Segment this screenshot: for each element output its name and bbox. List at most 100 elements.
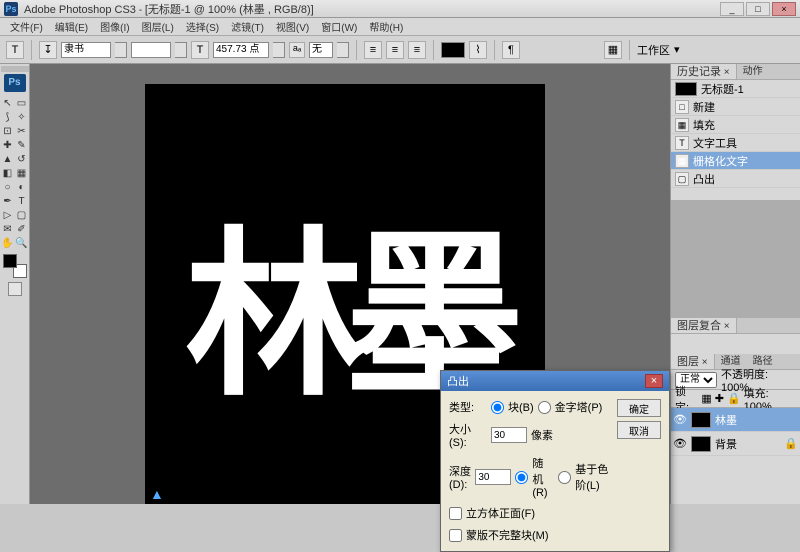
font-size-field[interactable]: 457.73 点 [213,42,269,58]
menu-layer[interactable]: 图层(L) [136,19,180,34]
layers-panel: 图层 × 通道 路径 正常 不透明度: 100% 锁定: ▦ ✚ 🔒 填充: 1… [671,354,800,504]
heal-tool[interactable]: ✚ [1,138,15,152]
workspace-dropdown-icon[interactable]: ▾ [674,43,680,56]
font-size-icon: T [191,41,209,59]
shape-tool[interactable]: ▢ [15,208,29,222]
tab-history[interactable]: 历史记录 × [671,64,737,79]
type-pyramid-radio[interactable] [538,401,551,414]
solid-front-checkbox[interactable] [449,507,462,520]
brush-tool[interactable]: ✎ [15,138,29,152]
color-swatches[interactable] [3,254,27,278]
lock-position-icon[interactable]: ✚ [715,392,724,405]
character-panel-icon[interactable]: ¶ [502,41,520,59]
menu-view[interactable]: 视图(V) [270,19,315,34]
tab-layercomps[interactable]: 图层复合 × [671,318,737,333]
depth-level-radio[interactable] [558,471,571,484]
lock-pixels-icon[interactable]: ▦ [701,392,711,405]
path-tool[interactable]: ▷ [1,208,15,222]
history-step[interactable]: ▦填充 [671,116,800,134]
lock-all-icon[interactable]: 🔒 [727,392,741,405]
dodge-tool[interactable]: ◐ [15,180,29,194]
align-right-icon[interactable]: ≡ [408,41,426,59]
layer-row[interactable]: 👁 林墨 [671,408,800,432]
antialias-field[interactable]: 无 [309,42,333,58]
history-step[interactable]: ▦栅格化文字 [671,152,800,170]
font-dropdown-icon[interactable] [115,42,127,58]
hand-tool[interactable]: ✋ [1,236,15,250]
menu-file[interactable]: 文件(F) [4,19,49,34]
options-bar: T ↧ 隶书 T 457.73 点 aₐ 无 ≡ ≡ ≡ ⌇ ¶ ▦ 工作区 ▾ [0,36,800,64]
tab-actions[interactable]: 动作 [737,64,769,79]
menu-image[interactable]: 图像(I) [94,19,135,34]
slice-tool[interactable]: ✂ [15,124,29,138]
history-step[interactable]: ▢凸出 [671,170,800,188]
menu-select[interactable]: 选择(S) [180,19,225,34]
quickmask-icon[interactable] [8,282,22,296]
maximize-button[interactable]: □ [746,2,770,16]
depth-input[interactable] [475,469,511,485]
bridge-icon[interactable]: ▦ [604,41,622,59]
history-step[interactable]: T文字工具 [671,134,800,152]
marquee-tool[interactable]: ▭ [15,96,29,110]
type-label: 类型: [449,399,487,415]
menu-edit[interactable]: 编辑(E) [49,19,94,34]
layer-row[interactable]: 👁 背景 🔒 [671,432,800,456]
ok-button[interactable]: 确定 [617,399,661,417]
blur-tool[interactable]: ○ [1,180,15,194]
history-step[interactable]: □新建 [671,98,800,116]
history-panel: 无标题-1 □新建 ▦填充 T文字工具 ▦栅格化文字 ▢凸出 [671,80,800,200]
window-title: Adobe Photoshop CS3 - [无标题-1 @ 100% (林墨 … [24,1,314,17]
size-input[interactable] [491,427,527,443]
type-tool[interactable]: T [15,194,29,208]
warp-text-icon[interactable]: ⌇ [469,41,487,59]
menu-window[interactable]: 窗口(W) [315,19,363,34]
dialog-titlebar[interactable]: 凸出 × [441,371,669,391]
dialog-close-button[interactable]: × [645,374,663,388]
antialias-icon: aₐ [289,42,305,58]
style-dropdown-icon[interactable] [175,42,187,58]
guide-arrow-icon: ▲ [150,486,164,502]
depth-random-radio[interactable] [515,471,528,484]
visibility-icon[interactable]: 👁 [673,413,687,427]
history-brush-tool[interactable]: ↺ [15,152,29,166]
eraser-tool[interactable]: ◧ [1,166,15,180]
close-button[interactable]: × [772,2,796,16]
orientation-icon[interactable]: ↧ [39,41,57,59]
wand-tool[interactable]: ✧ [15,110,29,124]
size-label: 大小(S): [449,421,487,449]
tab-layers[interactable]: 图层 × [671,354,715,369]
notes-tool[interactable]: ✉ [1,222,15,236]
gradient-tool[interactable]: ▦ [15,166,29,180]
crop-tool[interactable]: ⊡ [1,124,15,138]
history-snapshot[interactable]: 无标题-1 [671,80,800,98]
align-left-icon[interactable]: ≡ [364,41,382,59]
panels-column: 历史记录 × 动作 无标题-1 □新建 ▦填充 T文字工具 ▦栅格化文字 ▢凸出… [670,64,800,504]
minimize-button[interactable]: _ [720,2,744,16]
size-dropdown-icon[interactable] [273,42,285,58]
align-center-icon[interactable]: ≡ [386,41,404,59]
aa-dropdown-icon[interactable] [337,42,349,58]
type-block-radio[interactable] [491,401,504,414]
eyedropper-tool[interactable]: ✐ [15,222,29,236]
text-color-swatch[interactable] [441,42,465,58]
workspace-label[interactable]: 工作区 [637,42,670,58]
menu-help[interactable]: 帮助(H) [363,19,409,34]
ps-home-icon[interactable]: Ps [4,74,26,92]
toolbox-grip[interactable] [1,66,29,72]
font-style-field[interactable] [131,42,171,58]
lock-icon: 🔒 [784,437,798,450]
titlebar: Ps Adobe Photoshop CS3 - [无标题-1 @ 100% (… [0,0,800,18]
move-tool[interactable]: ↖ [1,96,15,110]
visibility-icon[interactable]: 👁 [673,437,687,451]
fg-color-swatch[interactable] [3,254,17,268]
zoom-tool[interactable]: 🔍 [15,236,29,250]
mask-incomplete-checkbox[interactable] [449,529,462,542]
lasso-tool[interactable]: ⟆ [1,110,15,124]
font-family-field[interactable]: 隶书 [61,42,111,58]
pen-tool[interactable]: ✒ [1,194,15,208]
menu-bar: 文件(F) 编辑(E) 图像(I) 图层(L) 选择(S) 滤镜(T) 视图(V… [0,18,800,36]
stamp-tool[interactable]: ▲ [1,152,15,166]
text-tool-icon[interactable]: T [6,41,24,59]
cancel-button[interactable]: 取消 [617,421,661,439]
menu-filter[interactable]: 滤镜(T) [225,19,270,34]
